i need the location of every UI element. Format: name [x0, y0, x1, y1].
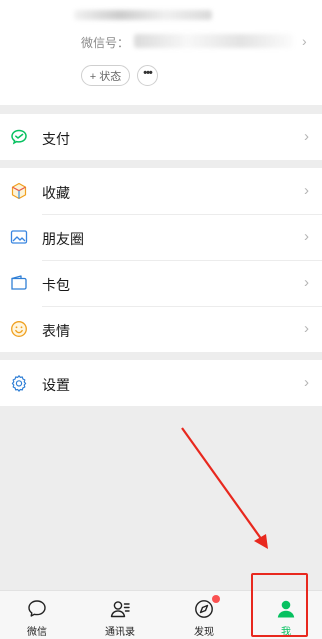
contacts-icon [110, 601, 130, 618]
profile-chevron-icon: › [302, 33, 307, 49]
moments-photo-icon [10, 230, 28, 244]
pay-group: 支付 › [0, 114, 322, 160]
menu-item-favorites[interactable]: 收藏 › [0, 168, 322, 214]
blurred-wechat-id [134, 34, 294, 48]
chevron-right-icon: › [304, 182, 309, 199]
notification-dot [212, 595, 220, 603]
bottom-tab-bar: 微信 通讯录 发现 我 [0, 590, 322, 639]
card-wallet-icon [11, 275, 27, 290]
wechat-id-row: 微信号： [81, 33, 129, 51]
chevron-right-icon: › [304, 274, 309, 291]
add-status-button[interactable]: + 状态 [81, 65, 130, 86]
tab-discover-label: 发现 [194, 627, 214, 638]
main-menu-group: 收藏 › 朋友圈 › 卡包 › 表情 › [0, 168, 322, 352]
more-dots-icon: ••• [143, 67, 153, 79]
person-icon [277, 600, 295, 618]
chevron-right-icon: › [304, 374, 309, 391]
favorites-cube-icon [11, 182, 27, 200]
more-button[interactable]: ••• [137, 65, 158, 86]
menu-item-stickers-label: 表情 [42, 323, 70, 339]
menu-item-favorites-label: 收藏 [42, 185, 70, 201]
tab-chats-label: 微信 [27, 627, 47, 638]
menu-item-cards[interactable]: 卡包 › [0, 260, 322, 306]
tab-contacts[interactable]: 通讯录 [80, 591, 160, 639]
tab-contacts-label: 通讯录 [105, 627, 135, 638]
chevron-right-icon: › [304, 228, 309, 245]
tab-me[interactable]: 我 [246, 591, 322, 639]
menu-item-stickers[interactable]: 表情 › [0, 306, 322, 352]
wechat-pay-icon [11, 129, 27, 145]
menu-item-moments[interactable]: 朋友圈 › [0, 214, 322, 260]
menu-item-pay[interactable]: 支付 › [0, 114, 322, 160]
chat-bubble-icon [28, 600, 46, 617]
blurred-nickname [74, 10, 212, 20]
profile-header[interactable]: 微信号： › + 状态 ••• [0, 0, 322, 105]
compass-icon [195, 600, 213, 618]
tab-discover[interactable]: 发现 [164, 591, 244, 639]
tab-me-label: 我 [281, 627, 291, 638]
menu-item-moments-label: 朋友圈 [42, 231, 84, 247]
tab-chats[interactable]: 微信 [0, 591, 77, 639]
smiley-icon [11, 321, 27, 337]
settings-group: 设置 › [0, 360, 322, 406]
chevron-right-icon: › [304, 320, 309, 337]
menu-item-settings[interactable]: 设置 › [0, 360, 322, 406]
menu-item-pay-label: 支付 [42, 131, 70, 147]
chevron-right-icon: › [304, 128, 309, 145]
menu-item-settings-label: 设置 [42, 377, 70, 393]
wechat-id-label: 微信号： [81, 35, 130, 50]
add-status-label: + 状态 [89, 70, 122, 83]
menu-item-cards-label: 卡包 [42, 277, 70, 293]
gear-icon [11, 375, 27, 392]
